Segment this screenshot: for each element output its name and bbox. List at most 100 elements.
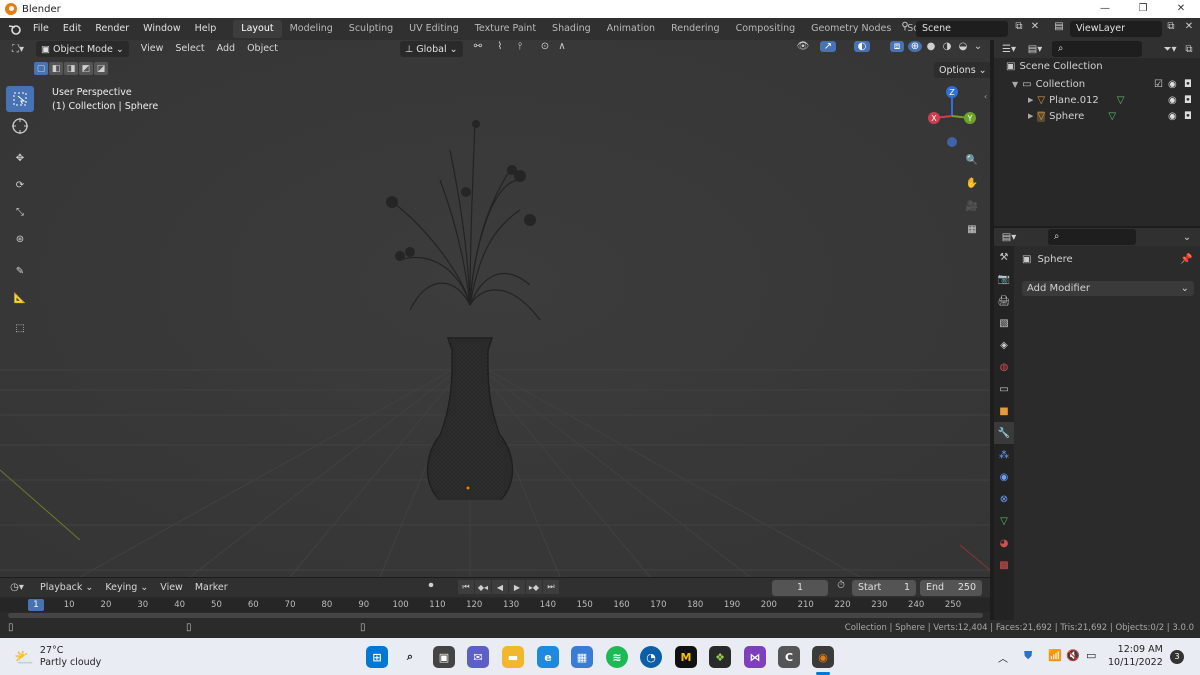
camera-icon[interactable]: 🎥 [962,196,982,216]
minimize-icon[interactable]: — [1086,0,1124,18]
tab-geometry-nodes[interactable]: Geometry Nodes [803,20,899,38]
tab-modeling[interactable]: Modeling [282,20,341,38]
c-app-icon[interactable]: C [778,646,800,668]
select-invert-icon[interactable]: ◩ [79,62,93,75]
add-modifier-dropdown[interactable]: Add Modifier ⌄ [1022,281,1194,296]
tab-layout[interactable]: Layout [233,20,282,38]
measure-tool-icon[interactable]: 📐 [6,285,34,311]
data-tab-icon[interactable]: ▽ [994,510,1014,532]
transform-tool-icon[interactable]: ⊛ [6,226,34,252]
current-frame-field[interactable]: 1 [772,580,828,596]
timeline-editor-icon[interactable]: ◷▾ [6,582,28,593]
snap-target-icon[interactable]: ⫯ [510,41,530,52]
exclude-checkbox-icon[interactable]: ☑ [1154,79,1163,90]
object-tab-icon[interactable]: ■ [994,400,1014,422]
jump-start-icon[interactable]: ⏮ [458,580,474,594]
jump-keyframe-forward-icon[interactable]: ▸◆ [526,580,542,594]
timeline-menu-view[interactable]: View [154,579,189,597]
material-shading-icon[interactable]: ◑ [940,41,954,52]
material-tab-icon[interactable]: ◕ [994,532,1014,554]
viewport-menu-add[interactable]: Add [211,40,241,58]
snap-icon[interactable]: ⌇ [492,41,508,52]
camera-render-icon[interactable]: ◘ [1184,95,1192,106]
tray-overflow-icon[interactable]: ︿ [998,650,1008,665]
spotify-icon[interactable]: ≋ [606,646,628,668]
start-frame-field[interactable]: Start 1 [852,580,916,596]
tab-sculpting[interactable]: Sculpting [341,20,401,38]
world-tab-icon[interactable]: ◍ [994,356,1014,378]
cursor-tool-icon[interactable] [6,113,34,139]
particles-tab-icon[interactable]: ⁂ [994,444,1014,466]
expand-arrow-icon[interactable]: ▶ [1028,96,1033,104]
chevron-down-icon[interactable]: ⌄ [1180,232,1194,243]
close-icon[interactable]: ✕ [1162,0,1200,18]
tab-rendering[interactable]: Rendering [663,20,728,38]
timeline-ruler[interactable]: 1 10 20 30 40 50 60 70 80 90 100 110 120 130 140 150 160… [0,598,990,612]
add-cube-tool-icon[interactable]: ⬚ [6,315,34,341]
object-mode-dropdown[interactable]: ▣ Object Mode ⌄ [36,41,129,57]
battery-icon[interactable]: ▭ [1086,649,1096,662]
pin-icon[interactable]: 📌 [1180,254,1192,265]
scene-icon[interactable]: ⚲ [895,21,915,32]
viewlayer-icon[interactable]: ▤ [1050,21,1068,32]
pivot-icon[interactable]: ⚯ [468,41,488,52]
select-box-tool-icon[interactable] [6,86,34,112]
teams-chat-icon[interactable]: ✉ [467,646,489,668]
output-tab-icon[interactable]: 🖨 [994,290,1014,312]
timeline-menu-marker[interactable]: Marker [189,579,234,597]
wifi-icon[interactable]: 📶 [1048,649,1062,662]
overlay-toggle-icon[interactable]: ◐ [854,41,870,52]
tab-texture-paint[interactable]: Texture Paint [467,20,544,38]
record-icon[interactable]: ⏺ [424,580,438,591]
network-app-icon[interactable]: ❖ [709,646,731,668]
blender-taskbar-icon[interactable]: ◉ [812,646,834,668]
menu-render[interactable]: Render [88,18,136,40]
timeline-menu-playback[interactable]: Playback ⌄ [34,579,99,597]
texture-tab-icon[interactable]: ▩ [994,554,1014,576]
rendered-shading-icon[interactable]: ◒ [956,41,970,52]
store-icon[interactable]: ▦ [571,646,593,668]
ortho-grid-icon[interactable]: ▦ [962,219,982,239]
jump-end-icon[interactable]: ⏭ [543,580,559,594]
mesh-data-icon[interactable]: ▽ [1108,111,1116,122]
notification-badge[interactable]: 3 [1170,650,1184,664]
security-tray-icon[interactable]: ⛊ [1024,649,1032,663]
menu-help[interactable]: Help [188,18,224,40]
delete-viewlayer-icon[interactable]: ✕ [1182,21,1196,32]
camera-render-icon[interactable]: ◘ [1184,111,1192,122]
falloff-icon[interactable]: ∧ [555,41,569,52]
editor-type-icon[interactable]: ⛶▾ [6,44,30,55]
visual-studio-icon[interactable]: ⋈ [744,646,766,668]
select-new-icon[interactable]: ▢ [34,62,48,75]
expand-arrow-icon[interactable]: ▼ [1012,80,1018,89]
tool-tab-icon[interactable]: ⚒ [994,246,1014,268]
eye-icon[interactable]: ◉ [1168,79,1177,90]
tab-compositing[interactable]: Compositing [728,20,804,38]
eye-icon[interactable]: ◉ [1168,95,1177,106]
select-intersect-icon[interactable]: ◪ [94,62,108,75]
display-mode-icon[interactable]: ▤▾ [1024,44,1046,55]
visibility-icon[interactable]: 👁 [792,41,814,52]
scene-name-field[interactable]: Scene [916,21,1008,37]
select-subtract-icon[interactable]: ◨ [64,62,78,75]
transform-orientation-dropdown[interactable]: ⊥ Global ⌄ [400,41,463,57]
eye-icon[interactable]: ◉ [1168,111,1177,122]
properties-search-input[interactable]: ⌕ [1048,229,1136,245]
outliner-search-input[interactable]: ⌕ [1052,41,1142,57]
task-view-icon[interactable]: ▣ [433,646,455,668]
viewport-menu-select[interactable]: Select [169,40,210,58]
tab-shading[interactable]: Shading [544,20,599,38]
clock-icon[interactable]: ⏱ [834,580,848,591]
mendeley-m-icon[interactable]: M [675,646,697,668]
pan-hand-icon[interactable]: ✋ [962,173,982,193]
zoom-icon[interactable]: 🔍 [962,150,982,170]
scene-tab-icon[interactable]: ◈ [994,334,1014,356]
tab-animation[interactable]: Animation [599,20,663,38]
weather-widget[interactable]: ⛅ 27°C Partly cloudy [14,645,101,669]
wireframe-shading-icon[interactable]: ⊕ [908,41,922,52]
annotate-tool-icon[interactable]: ✎ [6,258,34,284]
file-explorer-icon[interactable]: ▬ [502,646,524,668]
collection-row[interactable]: ▼ ▭ Collection ☑ ◉ ◘ [994,76,1200,92]
play-reverse-icon[interactable]: ◀ [492,580,508,594]
delete-scene-icon[interactable]: ✕ [1028,21,1042,32]
